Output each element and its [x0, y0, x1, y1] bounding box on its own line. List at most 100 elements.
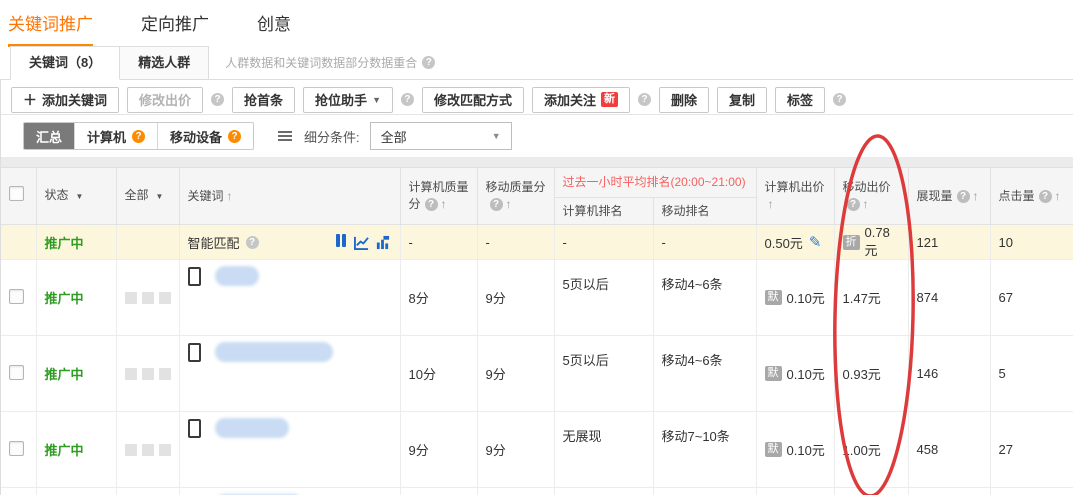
mobile-segment-label: 移动设备 — [170, 127, 222, 146]
col-computer-bid[interactable]: 计算机出价↑ — [756, 168, 834, 225]
cell-computer-bid: 默0.10元 — [756, 260, 834, 336]
tab-targeted-promotion[interactable]: 定向推广 — [141, 10, 209, 44]
cell-mobile-bid: 1.00元 — [834, 412, 908, 488]
chevron-down-icon: ▼ — [372, 95, 381, 105]
col-computer-quality[interactable]: 计算机质量分?↑ — [400, 168, 477, 225]
mobile-segment[interactable]: 移动设备? — [158, 123, 253, 149]
mobile-bid-content: 1.00元 — [843, 440, 900, 459]
cell-computer-quality: 9分 — [400, 412, 477, 488]
segment-label: 细分条件: — [304, 127, 360, 146]
tab-creative[interactable]: 创意 — [257, 10, 291, 44]
col-status-label: 状态 — [45, 188, 69, 202]
cell-computer-rank: 无展现 — [554, 488, 653, 495]
cell-computer-bid: 默0.10元 — [756, 412, 834, 488]
cell-mobile-rank: 移动4~6条 — [653, 336, 756, 412]
cell-computer-rank: 5页以后 — [554, 260, 653, 336]
help-icon: ? — [132, 130, 145, 143]
add-watch-button[interactable]: 添加关注新 — [532, 87, 630, 113]
row-checkbox[interactable] — [9, 441, 24, 456]
overlap-note-text: 人群数据和关键词数据部分数据重合 — [225, 54, 417, 71]
mobile-bid-value: 1.00元 — [843, 440, 881, 459]
copy-button[interactable]: 复制 — [717, 87, 767, 113]
sort-asc-icon[interactable]: ↑ — [441, 197, 447, 211]
header-checkbox-cell — [1, 168, 36, 225]
redacted-icon — [125, 444, 137, 456]
col-status[interactable]: 状态 ▼ — [36, 168, 116, 225]
col-scope[interactable]: 全部▼ — [116, 168, 179, 225]
grab-first-button[interactable]: 抢首条 — [232, 87, 295, 113]
sort-asc-icon[interactable]: ↑ — [506, 197, 512, 211]
cell-keyword: 智能匹配? — [179, 225, 400, 260]
sort-asc-icon[interactable]: ↑ — [1055, 189, 1061, 203]
cell-keyword — [179, 336, 400, 412]
add-keyword-button[interactable]: ＋添加关键词 — [11, 87, 119, 113]
select-all-checkbox[interactable] — [9, 186, 24, 201]
modify-match-button[interactable]: 修改匹配方式 — [422, 87, 524, 113]
redacted-status-icons — [125, 292, 171, 304]
col-mobile-bid[interactable]: 移动出价?↑ — [834, 168, 908, 225]
summary-row: 推广中智能匹配?----0.50元✎折0.78元12110 — [1, 225, 1073, 260]
cell-mobile-bid: 1.47元 — [834, 260, 908, 336]
help-icon: ? — [401, 93, 414, 106]
rank-assistant-button[interactable]: 抢位助手▼ — [303, 87, 393, 113]
cell-keyword — [179, 412, 400, 488]
segment-dropdown[interactable]: 全部▼ — [370, 122, 512, 150]
status-label: 推广中 — [45, 443, 84, 458]
help-icon: ? — [425, 198, 438, 211]
sort-asc-icon[interactable]: ↑ — [973, 189, 979, 203]
keyword-content — [188, 342, 392, 362]
help-icon: ? — [246, 236, 259, 249]
help-icon: ? — [833, 93, 846, 106]
modify-bid-button[interactable]: 修改出价 — [127, 87, 203, 113]
filter-bar: 汇总 计算机? 移动设备? 细分条件: 全部▼ — [1, 115, 1073, 157]
cell-clicks: 67 — [990, 260, 1073, 336]
tab-keyword-promotion[interactable]: 关键词推广 — [8, 10, 93, 47]
computer-segment-label: 计算机 — [87, 127, 126, 146]
cell-computer-quality: 10分 — [400, 336, 477, 412]
mobile-bid-value: 0.93元 — [843, 364, 881, 383]
cell-keyword — [179, 488, 400, 495]
cell-computer-bid: 默0.10元 — [756, 488, 834, 495]
redacted-icon — [159, 444, 171, 456]
col-computer-rank: 计算机排名 — [554, 198, 653, 225]
redacted-keyword — [215, 342, 333, 362]
add-keyword-label: 添加关键词 — [42, 90, 107, 109]
redacted-status-icons — [125, 444, 171, 456]
summary-segment[interactable]: 汇总 — [24, 123, 75, 149]
cell-computer-quality: 9分 — [400, 488, 477, 495]
col-keyword[interactable]: 关键词↑ — [179, 168, 400, 225]
keyword-promotion-page: 关键词推广 定向推广 创意 关键词（8） 精选人群 人群数据和关键词数据部分数据重合… — [0, 0, 1073, 495]
sort-asc-icon[interactable]: ↑ — [227, 189, 233, 203]
cell-scope — [116, 336, 179, 412]
edit-bid-icon[interactable]: ✎ — [809, 233, 826, 251]
list-icon — [278, 131, 292, 133]
bar-chart-icon[interactable] — [375, 235, 390, 250]
line-chart-icon[interactable] — [354, 235, 369, 250]
chevron-down-icon: ▼ — [76, 192, 84, 201]
col-mobile-bid-label: 移动出价 — [843, 180, 891, 194]
cell-status: 推广中 — [36, 336, 116, 412]
cell-mobile-quality: 9分 — [477, 412, 554, 488]
sub-tabs: 关键词（8） 精选人群 人群数据和关键词数据部分数据重合 ? — [0, 45, 1073, 80]
tag-button[interactable]: 标签 — [775, 87, 825, 113]
tab-keywords[interactable]: 关键词（8） — [10, 46, 120, 80]
col-mobile-rank: 移动排名 — [653, 198, 756, 225]
sort-asc-icon[interactable]: ↑ — [768, 197, 774, 211]
delete-button[interactable]: 删除 — [659, 87, 709, 113]
computer-bid-value: 0.10元 — [787, 288, 825, 307]
row-checkbox[interactable] — [9, 289, 24, 304]
row-checkbox[interactable] — [9, 365, 24, 380]
help-icon: ? — [490, 198, 503, 211]
col-mobile-quality[interactable]: 移动质量分?↑ — [477, 168, 554, 225]
help-icon: ? — [1039, 190, 1052, 203]
sort-asc-icon[interactable]: ↑ — [863, 197, 869, 211]
col-impressions[interactable]: 展现量?↑ — [908, 168, 990, 225]
col-clicks[interactable]: 点击量?↑ — [990, 168, 1073, 225]
pause-icon[interactable] — [336, 234, 348, 250]
cell-checkbox — [1, 260, 36, 336]
computer-bid-value: 0.10元 — [787, 440, 825, 459]
redacted-keyword — [215, 418, 289, 438]
computer-segment[interactable]: 计算机? — [75, 123, 158, 149]
help-icon: ? — [957, 190, 970, 203]
tab-audience[interactable]: 精选人群 — [120, 46, 209, 80]
